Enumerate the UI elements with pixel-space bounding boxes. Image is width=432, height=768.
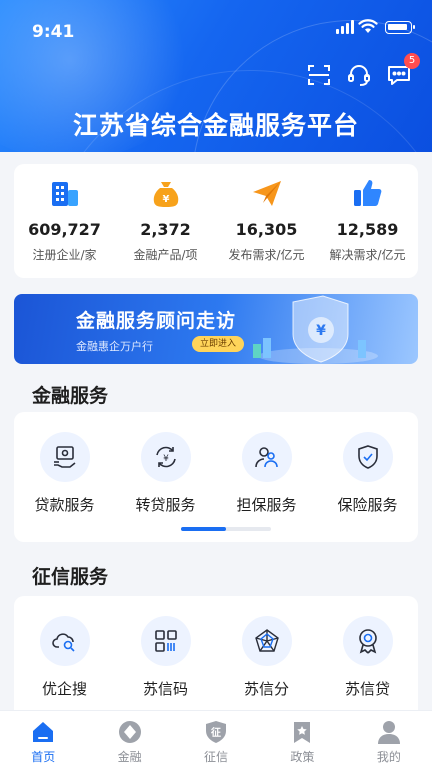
app-screen: 9:41 5 江苏省综合金融服务平台 609,727 注册企业/家 ¥ 2,37…	[0, 0, 432, 768]
scan-icon	[308, 65, 330, 85]
tab-home[interactable]: 首页	[0, 711, 86, 768]
credit-code[interactable]: 苏信码	[115, 616, 216, 699]
tab-label: 首页	[31, 750, 56, 764]
tab-finance[interactable]: 金融	[86, 711, 172, 768]
customer-service-button[interactable]	[346, 62, 372, 88]
service-label: 苏信码	[142, 680, 188, 698]
stat-registered-companies[interactable]: 609,727 注册企业/家	[14, 164, 115, 278]
service-label: 苏信分	[243, 680, 289, 698]
stats-card: 609,727 注册企业/家 ¥ 2,372 金融产品/项 16,305 发布需…	[14, 164, 418, 278]
stat-value: 16,305	[235, 220, 298, 239]
battery-icon	[385, 21, 415, 34]
bottom-tab-bar: 首页 金融 征 征信 政策 我的	[0, 710, 432, 768]
stat-financial-products[interactable]: ¥ 2,372 金融产品/项	[115, 164, 216, 278]
service-label: 优企搜	[41, 680, 87, 698]
credit-score[interactable]: 苏信分	[216, 616, 317, 699]
radar-chart-icon	[254, 629, 279, 652]
refinance-icon: ¥	[155, 446, 176, 468]
credit-search[interactable]: 优企搜	[14, 616, 115, 699]
promo-banner[interactable]: ¥ 金融服务顾问走访 金融惠企万户行 立即进入	[14, 294, 418, 364]
status-bar: 9:41	[0, 0, 432, 60]
tab-label: 政策	[290, 750, 315, 764]
services-page-indicator	[181, 527, 271, 531]
tab-label: 征信	[204, 750, 229, 764]
stat-published-demand[interactable]: 16,305 发布需求/亿元	[216, 164, 317, 278]
finance-services-card: 贷款服务 ¥ 转贷服务 担保服务 保险服务	[14, 412, 418, 542]
tab-credit[interactable]: 征 征信	[173, 711, 259, 768]
section-title-finance: 金融服务	[32, 385, 109, 407]
service-label: 贷款服务	[34, 496, 95, 514]
badge-medal-icon	[358, 629, 377, 654]
svg-text:¥: ¥	[162, 194, 169, 205]
stat-label: 注册企业/家	[32, 248, 97, 262]
svg-text:征: 征	[211, 726, 221, 739]
stat-solved-demand[interactable]: 12,589 解决需求/亿元	[317, 164, 418, 278]
policy-bookmark-icon	[294, 722, 311, 743]
shield-illustration-icon: ¥	[253, 295, 378, 364]
stat-value: 12,589	[336, 220, 399, 239]
loan-icon	[53, 446, 75, 468]
stat-label: 解决需求/亿元	[329, 248, 406, 262]
money-bag-icon: ¥	[153, 182, 178, 207]
user-profile-icon	[377, 721, 400, 744]
tab-policy[interactable]: 政策	[259, 711, 345, 768]
insurance-shield-icon	[357, 445, 378, 469]
header-banner: 9:41 5 江苏省综合金融服务平台	[0, 0, 432, 152]
service-label: 苏信贷	[344, 680, 390, 698]
service-label: 担保服务	[236, 496, 297, 514]
message-count-badge: 5	[404, 53, 420, 69]
header-toolbar: 5	[306, 53, 420, 88]
banner-title: 金融服务顾问走访	[76, 310, 237, 332]
home-icon	[33, 722, 54, 742]
stat-value: 609,727	[28, 220, 101, 239]
service-guarantee[interactable]: 担保服务	[216, 432, 317, 515]
svg-text:¥: ¥	[163, 454, 169, 464]
service-refinance[interactable]: ¥ 转贷服务	[115, 432, 216, 515]
building-icon	[51, 182, 78, 206]
thumbs-up-icon	[353, 180, 381, 206]
paper-plane-icon	[252, 181, 281, 206]
customer-service-icon	[348, 65, 370, 86]
cloud-search-icon	[51, 633, 75, 652]
qr-code-icon	[154, 630, 177, 652]
service-insurance[interactable]: 保险服务	[317, 432, 418, 515]
service-label: 保险服务	[337, 496, 398, 514]
stat-label: 金融产品/项	[133, 248, 198, 262]
scan-button[interactable]	[306, 62, 332, 88]
service-loan[interactable]: 贷款服务	[14, 432, 115, 515]
message-button[interactable]: 5	[386, 53, 420, 88]
section-title-credit: 征信服务	[32, 566, 109, 588]
svg-text:¥: ¥	[316, 323, 326, 339]
banner-subtitle: 金融惠企万户行	[76, 340, 153, 353]
cellular-signal-icon	[336, 20, 354, 34]
credit-loan[interactable]: 苏信贷	[317, 616, 418, 699]
wifi-icon	[358, 19, 378, 33]
stat-value: 2,372	[140, 220, 191, 239]
credit-shield-icon: 征	[206, 721, 227, 743]
finance-diamond-icon	[118, 721, 141, 743]
tab-label: 我的	[376, 750, 401, 764]
service-label: 转贷服务	[135, 496, 196, 514]
guarantee-icon	[254, 447, 278, 468]
tab-mine[interactable]: 我的	[346, 711, 432, 768]
page-title: 江苏省综合金融服务平台	[72, 111, 359, 140]
tab-label: 金融	[117, 750, 142, 764]
status-time: 9:41	[32, 22, 75, 42]
stat-label: 发布需求/亿元	[228, 248, 305, 262]
banner-enter-button[interactable]: 立即进入	[192, 336, 245, 352]
